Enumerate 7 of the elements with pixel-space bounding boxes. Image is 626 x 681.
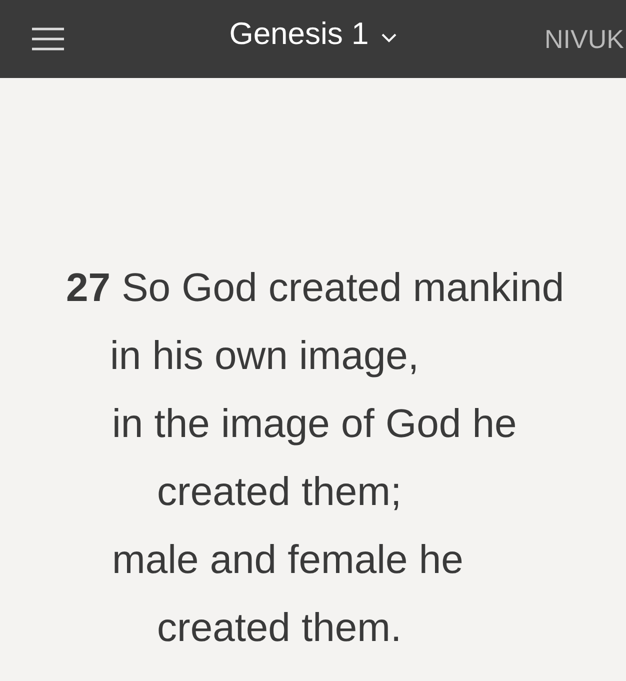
version-selector[interactable]: NIVUK [544,24,624,54]
menu-icon [32,27,64,51]
verse-text: in the image of God he created them; [111,401,518,516]
menu-button[interactable] [32,27,64,51]
verse-text: male and female he created them. [111,537,464,652]
chevron-down-icon [380,33,397,43]
chapter-selector[interactable]: Genesis 1 [229,16,397,52]
